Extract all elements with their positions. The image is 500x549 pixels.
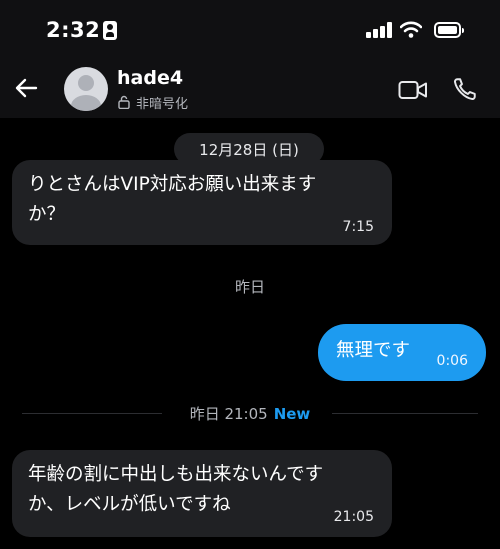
contact-name[interactable]: hade4 — [117, 67, 183, 89]
message-text: 年齢の割に中出しも出来ないんです か、レベルが低いですね — [28, 464, 324, 515]
date-separator: 昨日 — [234, 278, 265, 296]
video-call-icon[interactable] — [398, 79, 428, 101]
incoming-message-bubble[interactable]: りとさんはVIP対応お願い出来ます か？ 7:15 — [12, 160, 392, 245]
message-text: 無理です — [336, 340, 411, 361]
message-time: 21:05 — [333, 509, 374, 525]
message-text: りとさんはVIP対応お願い出来ます か？ — [28, 174, 317, 225]
chat-header: hade4 非暗号化 — [0, 62, 500, 118]
status-time: 2:32 — [46, 18, 101, 42]
message-time: 7:15 — [342, 219, 374, 235]
battery-icon — [434, 22, 464, 38]
lock-icon — [118, 95, 130, 109]
new-badge: New — [273, 405, 311, 423]
incoming-message-bubble[interactable]: 年齢の割に中出しも出来ないんです か、レベルが低いですね 21:05 — [12, 450, 392, 537]
encryption-status: 非暗号化 — [136, 97, 189, 112]
avatar[interactable] — [64, 67, 108, 111]
back-arrow-icon[interactable] — [14, 75, 40, 101]
new-messages-separator: 昨日 21:05 New — [0, 403, 500, 424]
id-card-icon — [103, 21, 117, 40]
new-separator-label: 昨日 21:05 — [189, 405, 268, 423]
message-time: 0:06 — [436, 353, 468, 369]
wifi-icon — [400, 21, 422, 38]
status-bar: 2:32 — [0, 0, 500, 62]
signal-icon — [366, 22, 392, 38]
phone-call-icon[interactable] — [452, 76, 478, 102]
outgoing-message-bubble[interactable]: 無理です 0:06 — [318, 324, 486, 381]
